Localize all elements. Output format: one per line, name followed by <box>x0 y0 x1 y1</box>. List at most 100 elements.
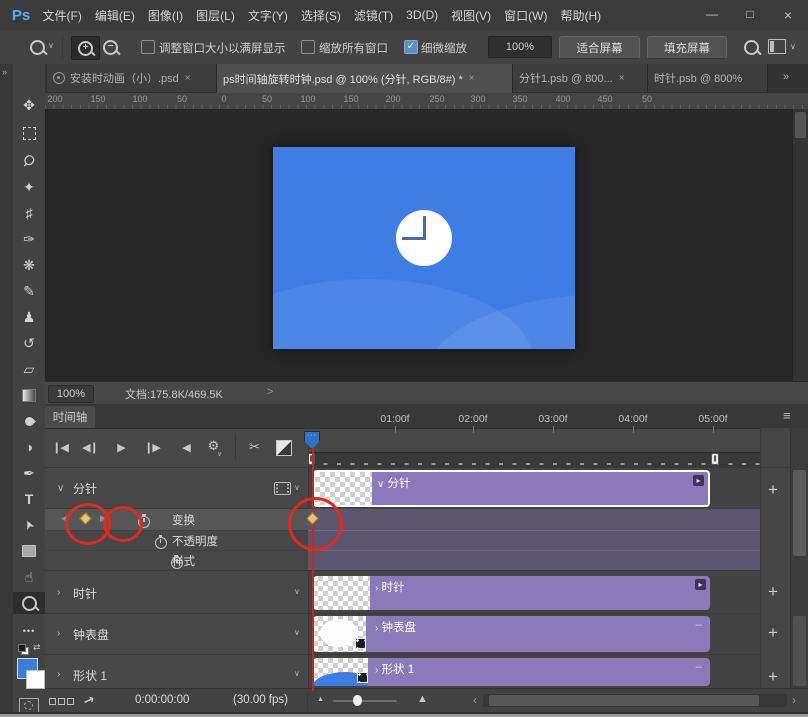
add-media-button[interactable]: + <box>760 582 786 602</box>
clip-expand-icon[interactable]: ∨ <box>377 479 384 490</box>
add-media-button[interactable]: + <box>760 480 786 500</box>
zoom-in-button[interactable]: + <box>71 36 100 60</box>
canvas-vertical-scrollbar[interactable] <box>793 109 808 381</box>
tab-hour-hand[interactable]: 时针.psb @ 800% <box>648 64 768 92</box>
clip-badge-icon[interactable]: ▸ <box>695 579 706 590</box>
crop-tool[interactable]: ♯ <box>13 202 45 224</box>
brush-tool[interactable]: ✎ <box>13 280 45 302</box>
more-tools-button[interactable]: ••• <box>13 620 45 642</box>
first-frame-button[interactable]: ❙◀ <box>49 437 71 457</box>
menu-3d[interactable]: 3D(D) <box>400 8 445 22</box>
menu-select[interactable]: 选择(S) <box>294 7 347 24</box>
tool-dropdown-icon[interactable]: ∨ <box>48 41 54 50</box>
workspace-dropdown-icon[interactable]: ∨ <box>790 42 796 51</box>
path-selection-tool[interactable]: ➤ <box>13 514 45 536</box>
status-chevron-icon[interactable]: > <box>267 386 273 398</box>
transform-band[interactable] <box>308 509 760 530</box>
work-area-bar[interactable] <box>310 452 760 468</box>
fit-screen-button[interactable]: 适合屏幕 <box>559 36 640 59</box>
panel-menu-icon[interactable]: ≡ <box>783 408 791 423</box>
history-brush-tool[interactable]: ↺ <box>13 332 45 354</box>
track-label-clock-face[interactable]: 钟表盘 <box>73 626 109 643</box>
hand-tool[interactable]: ☝ <box>13 566 45 588</box>
healing-brush-tool[interactable]: ❋ <box>13 254 45 276</box>
track-label-hour-hand[interactable]: 时针 <box>73 585 97 602</box>
scrollbar-thumb[interactable] <box>793 470 806 556</box>
zoom-percent-field[interactable]: 100% <box>488 36 552 58</box>
close-tab-icon[interactable]: × <box>619 73 625 84</box>
track-dropdown-icon[interactable]: ∨ <box>294 628 300 637</box>
keyframe-nav-left-icon[interactable]: ◀ <box>61 513 68 524</box>
zoom-all-checkbox[interactable] <box>301 40 315 54</box>
pen-tool[interactable]: ✒ <box>13 462 45 484</box>
zoom-tool[interactable] <box>13 592 45 614</box>
stopwatch-icon-opacity[interactable] <box>155 537 167 549</box>
menu-image[interactable]: 图像(I) <box>141 7 189 24</box>
track-label-shape-1[interactable]: 形状 1 <box>73 667 107 684</box>
track-dropdown-icon[interactable]: ∨ <box>294 669 300 678</box>
zoom-in-timeline-icon[interactable]: ▲ <box>417 693 428 705</box>
menu-view[interactable]: 视图(V) <box>445 7 498 24</box>
group-collapsed-icon[interactable]: › <box>57 628 60 639</box>
workspace-icon[interactable] <box>768 39 786 54</box>
menu-type[interactable]: 文字(Y) <box>241 7 294 24</box>
search-icon[interactable] <box>744 40 759 60</box>
next-frame-button[interactable]: ❙▶ <box>141 437 163 457</box>
group-collapsed-icon[interactable]: › <box>57 587 60 598</box>
clip-minute-hand[interactable]: ∨ 分针 ▸ <box>313 470 710 507</box>
minimize-icon[interactable]: — <box>704 7 720 23</box>
tab-timeline-clock[interactable]: ps时间轴旋转时钟.psd @ 100% (分针, RGB/8#) * × <box>217 64 513 93</box>
scroll-left-icon[interactable]: ‹ <box>473 693 477 707</box>
zoom-out-timeline-icon[interactable]: ▲ <box>317 696 324 703</box>
background-color-swatch[interactable] <box>26 670 45 689</box>
clip-collapsed-icon[interactable]: › <box>375 583 378 594</box>
add-media-button[interactable]: + <box>760 623 786 643</box>
menu-layer[interactable]: 图层(L) <box>190 7 242 24</box>
tab-install-animation[interactable]: 安装时动画（小）.psd × <box>47 64 217 92</box>
eraser-tool[interactable]: ▱ <box>13 358 45 380</box>
playhead-marker[interactable]: ··· <box>304 431 320 449</box>
track-dropdown-icon[interactable]: ∨ <box>294 587 300 596</box>
convert-frame-animation-icon[interactable] <box>49 698 74 705</box>
clip-badge-icon[interactable]: ▸ <box>693 475 704 486</box>
status-zoom-field[interactable]: 100% <box>48 385 94 403</box>
zoom-tool-icon[interactable] <box>30 40 45 60</box>
tab-overflow-icon[interactable]: » <box>783 71 789 83</box>
clone-stamp-tool[interactable]: ♟ <box>13 306 45 328</box>
quick-selection-tool[interactable]: ✦ <box>13 176 45 198</box>
clip-collapsed-icon[interactable]: › <box>375 623 378 634</box>
add-media-button[interactable]: + <box>760 667 786 687</box>
maximize-icon[interactable]: □ <box>742 7 758 23</box>
clip-clock-face[interactable]: › 钟表盘 – <box>313 616 710 652</box>
dodge-tool[interactable]: ◑ <box>13 436 45 458</box>
track-label-minute-hand[interactable]: 分针 <box>73 480 97 497</box>
scroll-right-icon[interactable]: › <box>792 693 796 707</box>
split-clip-button[interactable]: ✂ <box>243 437 265 457</box>
play-button[interactable]: ▶ <box>110 437 132 457</box>
blur-tool[interactable] <box>13 410 45 432</box>
clip-shape-1[interactable]: › 形状 1 – <box>313 658 710 686</box>
menu-edit[interactable]: 编辑(E) <box>88 7 141 24</box>
scrubby-zoom-checkbox[interactable]: ✓ <box>404 40 418 54</box>
transition-button[interactable] <box>276 440 292 456</box>
shape-tool[interactable] <box>13 540 45 562</box>
timeline-zoom-slider[interactable] <box>333 700 397 702</box>
marquee-tool[interactable] <box>13 122 45 144</box>
swap-colors-icon[interactable]: ⇄ <box>33 642 41 653</box>
resize-windows-checkbox[interactable] <box>141 40 155 54</box>
lasso-tool[interactable]: Ϙ <box>13 149 45 171</box>
render-video-icon[interactable]: ↗ <box>81 692 97 711</box>
collapse-panel-icon[interactable]: » <box>2 67 7 77</box>
group-expand-icon[interactable]: ∨ <box>57 483 64 494</box>
style-band[interactable] <box>308 550 760 570</box>
audio-toggle-button[interactable]: ◀ <box>175 437 197 457</box>
gradient-tool[interactable] <box>13 384 45 406</box>
previous-frame-button[interactable]: ◀❙ <box>79 437 101 457</box>
opacity-band[interactable] <box>308 530 760 550</box>
menu-help[interactable]: 帮助(H) <box>554 7 608 24</box>
clip-hour-hand[interactable]: › 时针 ▸ <box>313 576 710 610</box>
move-tool[interactable]: ✥ <box>13 94 45 116</box>
keyframe-nav-right-icon[interactable]: ▶ <box>100 513 107 524</box>
property-label-opacity[interactable]: 不透明度 <box>172 533 218 549</box>
clip-collapsed-icon[interactable]: › <box>375 665 378 676</box>
